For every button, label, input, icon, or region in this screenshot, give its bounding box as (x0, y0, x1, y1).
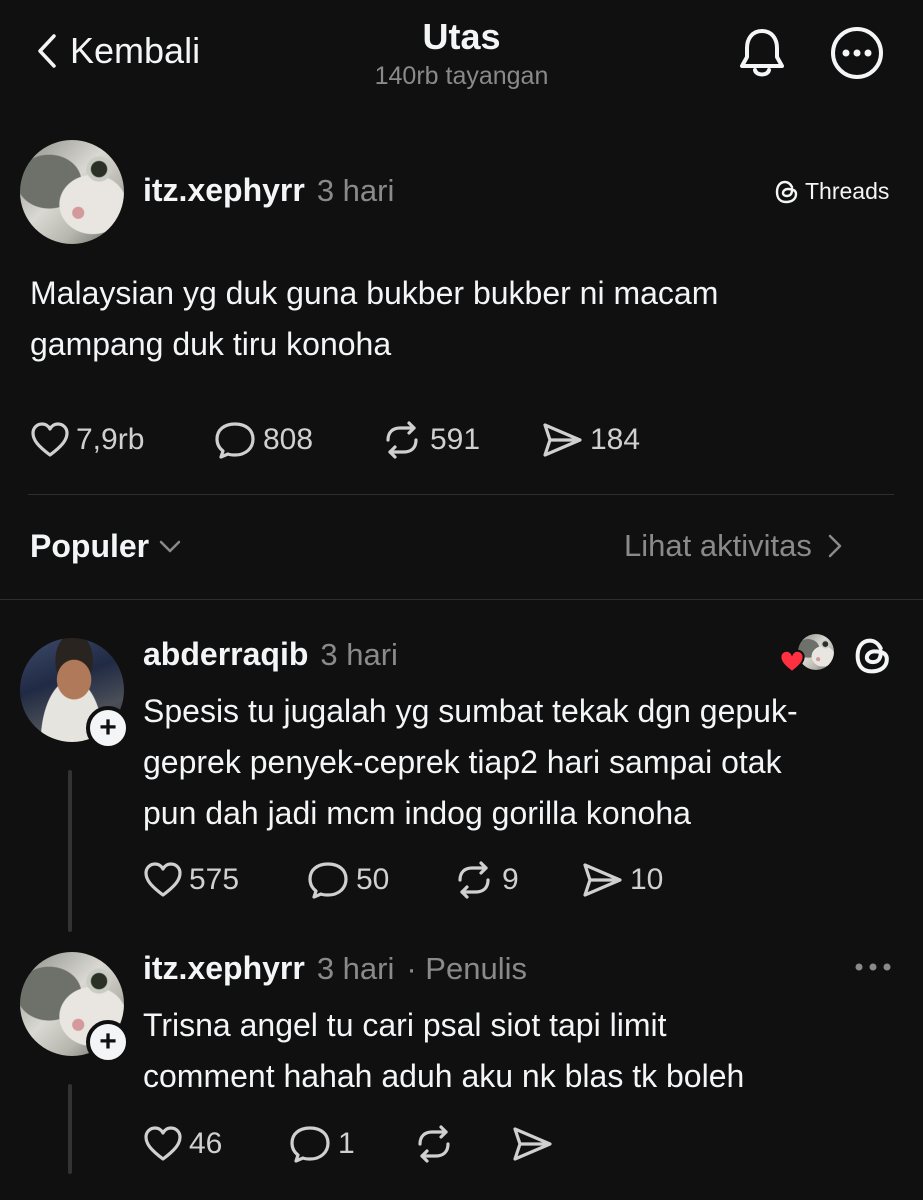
author-tag: · Penulis (406, 951, 527, 986)
reply-text-line: comment hahah aduh aku nk blas tk boleh (143, 1058, 745, 1094)
repost-button[interactable]: 591 (380, 420, 480, 460)
notification-button[interactable] (737, 26, 787, 80)
repost-count: 9 (502, 863, 519, 896)
follow-button[interactable]: + (86, 706, 130, 750)
send-icon (543, 423, 582, 457)
comment-icon (215, 422, 255, 459)
threads-badge[interactable]: Threads (775, 178, 889, 205)
reply-time: 3 hari (320, 637, 398, 672)
bell-icon (740, 29, 784, 77)
thread-line (68, 770, 72, 932)
threads-logo-icon (775, 180, 798, 203)
like-button[interactable]: 575 (143, 860, 239, 900)
reply-username[interactable]: itz.xephyrr (143, 950, 305, 987)
sort-dropdown[interactable]: Populer (30, 528, 181, 565)
plus-icon: + (99, 711, 117, 744)
back-label: Kembali (70, 30, 201, 71)
repost-count: 591 (430, 423, 481, 456)
reply-body: Trisna angel tu cari psal siot tapi limi… (143, 1000, 744, 1102)
comment-button[interactable]: 50 (306, 860, 389, 900)
follow-button[interactable]: + (86, 1020, 130, 1064)
comment-button[interactable]: 808 (213, 420, 313, 460)
comment-count: 1 (338, 1127, 355, 1160)
threads-badge-label: Threads (805, 178, 890, 204)
heart-icon (31, 422, 69, 457)
share-button[interactable]: 184 (540, 420, 640, 460)
reply-text-line: Trisna angel tu cari psal siot tapi limi… (143, 1007, 667, 1043)
comment-icon (290, 1126, 330, 1163)
view-activity-link[interactable]: Lihat aktivitas (624, 528, 842, 564)
reply-more-button[interactable] (852, 952, 894, 982)
back-button[interactable]: Kembali (36, 30, 200, 72)
repost-icon (418, 1125, 450, 1163)
like-button[interactable]: 7,9rb (30, 420, 144, 460)
reply-text-line: geprek penyek-ceprek tiap2 hari sampai o… (143, 744, 782, 780)
chevron-down-icon (159, 540, 181, 552)
heart-icon (144, 862, 182, 897)
more-circle-icon (831, 27, 883, 79)
threads-logo-icon (855, 638, 889, 674)
reply-header: itz.xephyrr 3 hari · Penulis (143, 950, 527, 987)
reply-time: 3 hari (316, 951, 395, 986)
like-count: 575 (189, 863, 240, 896)
comment-count: 808 (263, 423, 314, 456)
post-time: 3 hari (316, 173, 395, 208)
reply-header: abderraqib 3 hari (143, 636, 398, 673)
heart-icon (144, 1126, 182, 1161)
like-count: 7,9rb (76, 423, 145, 456)
repost-button[interactable] (412, 1124, 456, 1164)
post-body: Malaysian yg duk guna bukber bukber ni m… (30, 268, 718, 370)
comment-button[interactable]: 1 (288, 1124, 355, 1164)
share-button[interactable] (510, 1124, 554, 1164)
repost-icon (458, 861, 490, 899)
like-count: 46 (189, 1127, 223, 1160)
send-icon (513, 1127, 552, 1161)
share-count: 10 (630, 863, 664, 896)
divider (0, 599, 923, 600)
repost-button[interactable]: 9 (452, 860, 519, 900)
comment-count: 50 (356, 863, 390, 896)
chevron-right-icon (828, 534, 842, 558)
thread-line (68, 1084, 72, 1174)
send-icon (583, 863, 622, 897)
post-text-line: gampang duk tiru konoha (30, 326, 392, 362)
sort-label: Populer (30, 528, 150, 564)
reply-text-line: pun dah jadi mcm indog gorilla konoha (143, 795, 691, 831)
share-count: 184 (590, 423, 641, 456)
plus-icon: + (99, 1025, 117, 1058)
author-liked-indicator (778, 634, 834, 674)
post-header: itz.xephyrr 3 hari (143, 172, 394, 209)
more-horizontal-icon (855, 963, 891, 971)
divider (28, 494, 894, 495)
reply-body: Spesis tu jugalah yg sumbat tekak dgn ge… (143, 686, 798, 839)
view-activity-label: Lihat aktivitas (624, 528, 812, 563)
reply-username[interactable]: abderraqib (143, 636, 308, 673)
post-author-avatar[interactable] (20, 140, 124, 244)
like-button[interactable]: 46 (143, 1124, 222, 1164)
post-username[interactable]: itz.xephyrr (143, 172, 305, 209)
chevron-left-icon (38, 34, 56, 68)
reply-text-line: Spesis tu jugalah yg sumbat tekak dgn ge… (143, 693, 798, 729)
red-heart-icon (779, 649, 805, 674)
post-text-line: Malaysian yg duk guna bukber bukber ni m… (30, 275, 719, 311)
repost-icon (386, 421, 418, 459)
more-options-button[interactable] (830, 26, 884, 80)
threads-reply-button[interactable] (854, 636, 892, 676)
share-button[interactable]: 10 (580, 860, 663, 900)
comment-icon (308, 862, 348, 899)
